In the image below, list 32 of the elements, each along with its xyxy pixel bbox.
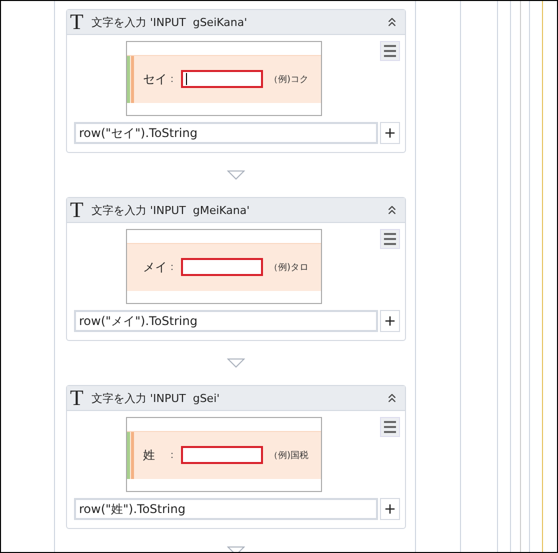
type-text-icon: T — [70, 11, 84, 33]
flow-arrow-icon — [227, 170, 245, 180]
expression-field[interactable]: row("セイ").ToString — [74, 122, 378, 144]
colon-text: ： — [167, 73, 177, 86]
plus-icon — [383, 126, 397, 140]
plus-icon — [383, 314, 397, 328]
colon-text: ： — [167, 261, 177, 274]
field-label: セイ — [143, 70, 163, 88]
expression-field[interactable]: row("姓").ToString — [74, 498, 378, 520]
example-text: （例)国税 — [269, 450, 309, 462]
add-button[interactable] — [380, 310, 400, 332]
example-text: （例)コク — [269, 74, 309, 86]
menu-button[interactable] — [380, 229, 400, 249]
plus-icon — [383, 502, 397, 516]
add-button[interactable] — [380, 122, 400, 144]
add-button[interactable] — [380, 498, 400, 520]
activity-title: 文字を入力 'INPUT gSeiKana' — [91, 14, 248, 30]
example-text: （例)タロ — [269, 262, 309, 274]
type-text-icon: T — [70, 387, 84, 409]
flow-arrow-icon — [227, 358, 245, 368]
activity-title: 文字を入力 'INPUT gSei' — [91, 390, 221, 406]
activity-title: 文字を入力 'INPUT gMeiKana' — [91, 202, 251, 218]
field-label: 姓 — [143, 446, 156, 464]
menu-button[interactable] — [380, 417, 400, 437]
field-label: メイ — [143, 258, 163, 276]
expression-field[interactable]: row("メイ").ToString — [74, 310, 378, 332]
input-field[interactable] — [181, 70, 263, 88]
input-field[interactable] — [181, 446, 263, 464]
colon-text: ： — [167, 449, 177, 462]
type-text-icon: T — [70, 199, 84, 221]
menu-button[interactable] — [380, 41, 400, 61]
input-field[interactable] — [181, 258, 263, 276]
